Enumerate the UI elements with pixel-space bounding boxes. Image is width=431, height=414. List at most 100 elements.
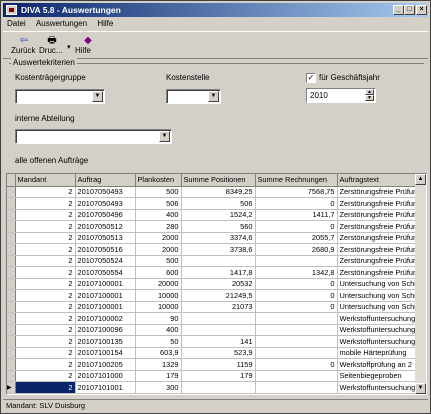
column-header-summe-positionen[interactable]: Summe Positionen: [181, 174, 256, 187]
table-row[interactable]: 2 20107100205 1329 1159 0 Werkstoffprüfung an…: [7, 358, 425, 371]
table-cell-mandant[interactable]: 2: [15, 243, 76, 256]
table-cell-auftragstext[interactable]: Untersuchung von Schie: [337, 289, 425, 302]
table-cell-auftragstext[interactable]: Seitenbiegeproben: [337, 370, 425, 382]
abteilung-select[interactable]: ▼: [15, 129, 172, 144]
table-cell-summe-rechnungen[interactable]: [255, 324, 338, 336]
table-cell-plankosten[interactable]: 500: [135, 186, 182, 198]
kostentraeger-select[interactable]: ▼: [15, 89, 105, 104]
table-cell-auftragstext[interactable]: Zerstörungsfreie Prüfung: [337, 186, 425, 198]
orders-grid[interactable]: Mandant Auftrag Plankosten Summe Positio…: [6, 173, 427, 395]
table-cell-plankosten[interactable]: 50: [135, 335, 182, 348]
table-cell-mandant[interactable]: 2: [15, 255, 76, 267]
minimize-button[interactable]: _: [393, 5, 404, 15]
back-button[interactable]: ⇦ Zurück: [11, 34, 37, 58]
table-cell-plankosten[interactable]: 500: [135, 255, 182, 267]
table-cell-summe-positionen[interactable]: [181, 381, 256, 394]
table-row[interactable]: 2 20107050524 500 Zerstörungsfreie Prüfung: [7, 255, 425, 267]
scroll-down-icon[interactable]: ▼: [415, 383, 426, 394]
table-cell-plankosten[interactable]: 300: [135, 381, 182, 394]
table-cell-auftragstext[interactable]: Werkstoffuntersuchung: [337, 335, 425, 348]
table-cell-summe-positionen[interactable]: 560: [181, 220, 256, 233]
table-row[interactable]: 2 20107050496 400 1524,2 1411,7 Zerstörungsfr…: [7, 209, 425, 221]
table-cell-mandant[interactable]: 2: [15, 186, 76, 198]
table-cell-summe-positionen[interactable]: 179: [181, 370, 256, 382]
column-header-mandant[interactable]: Mandant: [15, 174, 76, 187]
table-cell-summe-rechnungen[interactable]: 0: [255, 278, 338, 290]
table-cell-mandant[interactable]: 2: [15, 209, 76, 221]
table-row[interactable]: 2 20107050554 600 1417,8 1342,8 Zerstörungsfr…: [7, 266, 425, 279]
table-cell-summe-rechnungen[interactable]: 0: [255, 220, 338, 233]
table-cell-auftrag[interactable]: 20107050493: [75, 197, 136, 210]
table-cell-auftragstext[interactable]: Zerstörungsfreie Prüfung: [337, 220, 425, 233]
table-cell-summe-positionen[interactable]: 506: [181, 197, 256, 210]
table-row[interactable]: 2 20107100002 90 Werkstoffuntersuchung: [7, 312, 425, 325]
table-row[interactable]: 2 20107100154 603,9 523,9 mobile Härteprüfun…: [7, 347, 425, 359]
table-cell-auftragstext[interactable]: Zerstörungsfreie Prüfung: [337, 197, 425, 210]
table-cell-mandant[interactable]: 2: [15, 381, 76, 394]
table-cell-summe-rechnungen[interactable]: 2055,7: [255, 232, 338, 244]
table-cell-auftragstext[interactable]: Zerstörungsfreie Prüfung: [337, 232, 425, 244]
column-header-auftragstext[interactable]: Auftragstext: [337, 174, 425, 187]
row-selector[interactable]: [7, 255, 16, 267]
table-cell-auftragstext[interactable]: Untersuchung von Schie: [337, 301, 425, 313]
table-cell-auftrag[interactable]: 20107100096: [75, 324, 136, 336]
row-selector[interactable]: [7, 335, 16, 348]
table-cell-summe-positionen[interactable]: 8349,25: [181, 186, 256, 198]
table-row[interactable]: 2 20107050493 506 506 0 Zerstörungsfreie Prüf…: [7, 197, 425, 210]
row-selector[interactable]: [7, 347, 16, 359]
table-cell-summe-positionen[interactable]: 1524,2: [181, 209, 256, 221]
table-cell-summe-positionen[interactable]: [181, 324, 256, 336]
table-cell-auftragstext[interactable]: Werkstoffuntersuchung: [337, 312, 425, 325]
table-cell-auftrag[interactable]: 20107050512: [75, 220, 136, 233]
table-cell-summe-rechnungen[interactable]: [255, 381, 338, 394]
table-cell-auftragstext[interactable]: mobile Härteprüfung: [337, 347, 425, 359]
table-cell-auftrag[interactable]: 20107050493: [75, 186, 136, 198]
table-cell-summe-rechnungen[interactable]: 0: [255, 358, 338, 371]
table-cell-summe-rechnungen[interactable]: 0: [255, 301, 338, 313]
menu-hilfe[interactable]: Hilfe: [93, 18, 117, 30]
table-cell-mandant[interactable]: 2: [15, 301, 76, 313]
table-cell-auftragstext[interactable]: Zerstörungsfreie Prüfung: [337, 266, 425, 279]
table-cell-mandant[interactable]: 2: [15, 358, 76, 371]
table-cell-summe-rechnungen[interactable]: [255, 335, 338, 348]
table-row[interactable]: 2 20107101000 179 179 Seitenbiegeproben: [7, 370, 425, 382]
table-cell-auftrag[interactable]: 20107050516: [75, 243, 136, 256]
table-cell-auftragstext[interactable]: Werkstoffprüfung an 2: [337, 358, 425, 371]
menu-auswertungen[interactable]: Auswertungen: [32, 18, 91, 30]
table-cell-plankosten[interactable]: 400: [135, 324, 182, 336]
table-cell-summe-rechnungen[interactable]: [255, 370, 338, 382]
table-cell-auftrag[interactable]: 20107101001: [75, 381, 136, 394]
table-cell-summe-rechnungen[interactable]: [255, 312, 338, 325]
table-cell-summe-positionen[interactable]: 3738,6: [181, 243, 256, 256]
table-cell-auftragstext[interactable]: Zerstörungsfreie Prüfung: [337, 243, 425, 256]
chevron-down-icon[interactable]: ▼: [92, 91, 103, 102]
table-cell-plankosten[interactable]: 280: [135, 220, 182, 233]
vertical-scrollbar[interactable]: ▲ ▼: [415, 174, 426, 394]
table-row[interactable]: 2 20107100135 50 141 Werkstoffuntersuchung: [7, 335, 425, 348]
scroll-up-icon[interactable]: ▲: [415, 174, 426, 185]
row-selector[interactable]: [7, 209, 16, 221]
table-row[interactable]: 2 20107100096 400 Werkstoffuntersuchung: [7, 324, 425, 336]
row-selector[interactable]: [7, 289, 16, 302]
row-selector[interactable]: [7, 370, 16, 382]
column-header-plankosten[interactable]: Plankosten: [135, 174, 182, 187]
table-cell-mandant[interactable]: 2: [15, 232, 76, 244]
kostenstelle-select[interactable]: ▼: [166, 89, 221, 104]
table-cell-plankosten[interactable]: 10000: [135, 301, 182, 313]
table-cell-mandant[interactable]: 2: [15, 278, 76, 290]
close-button[interactable]: ×: [416, 5, 427, 15]
table-cell-summe-positionen[interactable]: 3374,6: [181, 232, 256, 244]
print-button[interactable]: 🖶 Druc...: [39, 34, 65, 58]
table-row[interactable]: 2 20107050493 500 8349,25 7568,75 Zerstörungs…: [7, 186, 425, 198]
spin-down-icon[interactable]: ▼: [365, 95, 374, 101]
table-cell-mandant[interactable]: 2: [15, 197, 76, 210]
table-row[interactable]: 2 20107100001 10000 21249,5 0 Untersuchung vo…: [7, 289, 425, 302]
table-cell-auftrag[interactable]: 20107100002: [75, 312, 136, 325]
table-cell-summe-positionen[interactable]: 21249,5: [181, 289, 256, 302]
table-cell-summe-rechnungen[interactable]: 7568,75: [255, 186, 338, 198]
table-cell-auftragstext[interactable]: Zerstörungsfreie Prüfung: [337, 209, 425, 221]
table-cell-mandant[interactable]: 2: [15, 324, 76, 336]
table-cell-auftrag[interactable]: 20107101000: [75, 370, 136, 382]
chevron-down-icon[interactable]: ▼: [208, 91, 219, 102]
geschaeftsjahr-checkbox[interactable]: ✓: [306, 73, 316, 83]
